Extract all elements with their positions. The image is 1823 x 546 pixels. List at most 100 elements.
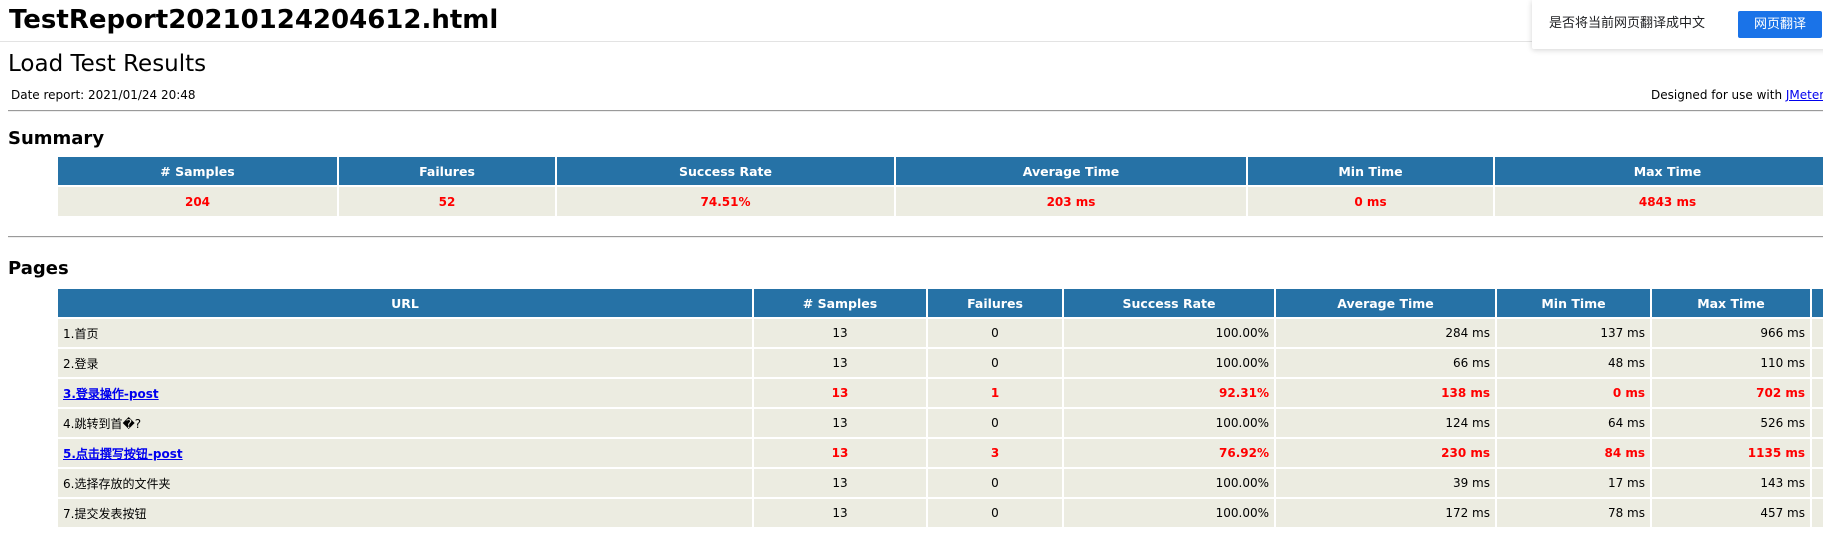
page-min-time: 137 ms bbox=[1497, 319, 1650, 347]
page-extra-cell bbox=[1812, 349, 1823, 377]
page-max-time: 110 ms bbox=[1652, 349, 1810, 377]
summary-min-time-value: 0 ms bbox=[1248, 187, 1493, 216]
page-average-time: 172 ms bbox=[1276, 499, 1495, 527]
page-samples: 13 bbox=[754, 499, 926, 527]
pages-table-body: 1.首页 13 0 100.00% 284 ms 137 ms 966 ms 2… bbox=[58, 319, 1823, 527]
page-extra-cell bbox=[1812, 499, 1823, 527]
page-average-time: 230 ms bbox=[1276, 439, 1495, 467]
summary-header-cell: Success Rate bbox=[557, 157, 894, 185]
page-min-time: 17 ms bbox=[1497, 469, 1650, 497]
page-average-time: 138 ms bbox=[1276, 379, 1495, 407]
page-failures: 0 bbox=[928, 319, 1062, 347]
page-min-time: 84 ms bbox=[1497, 439, 1650, 467]
page-failures: 0 bbox=[928, 409, 1062, 437]
table-row: 7.提交发表按钮 13 0 100.00% 172 ms 78 ms 457 m… bbox=[58, 499, 1823, 527]
pages-header-cell-extra bbox=[1812, 289, 1823, 317]
page-url: 1.首页 bbox=[58, 319, 752, 347]
page-samples: 13 bbox=[754, 409, 926, 437]
translate-page-button[interactable]: 网页翻译 bbox=[1738, 11, 1822, 38]
summary-header-row: # Samples Failures Success Rate Average … bbox=[58, 157, 1823, 185]
page-extra-cell bbox=[1812, 439, 1823, 467]
page-success-rate: 92.31% bbox=[1064, 379, 1274, 407]
designed-for-text: Designed for use with bbox=[1651, 88, 1786, 102]
page-max-time: 966 ms bbox=[1652, 319, 1810, 347]
pages-header-cell: Average Time bbox=[1276, 289, 1495, 317]
summary-header-cell: # Samples bbox=[58, 157, 337, 185]
page-min-time: 78 ms bbox=[1497, 499, 1650, 527]
page-url: 2.登录 bbox=[58, 349, 752, 377]
pages-header-cell: Failures bbox=[928, 289, 1062, 317]
page-average-time: 284 ms bbox=[1276, 319, 1495, 347]
page-failures: 1 bbox=[928, 379, 1062, 407]
page-url: 4.跳转到首�? bbox=[58, 409, 752, 437]
summary-average-time-value: 203 ms bbox=[896, 187, 1246, 216]
summary-divider bbox=[8, 236, 1823, 238]
table-row: 2.登录 13 0 100.00% 66 ms 48 ms 110 ms bbox=[58, 349, 1823, 377]
summary-header-cell: Max Time bbox=[1495, 157, 1823, 185]
page-failures: 0 bbox=[928, 469, 1062, 497]
pages-header-cell: # Samples bbox=[754, 289, 926, 317]
pages-table: URL # Samples Failures Success Rate Aver… bbox=[56, 287, 1823, 529]
page-url-link[interactable]: 3.登录操作-post bbox=[63, 387, 159, 401]
pages-header-cell: Max Time bbox=[1652, 289, 1810, 317]
page-samples: 13 bbox=[754, 379, 926, 407]
page-max-time: 702 ms bbox=[1652, 379, 1810, 407]
page-max-time: 143 ms bbox=[1652, 469, 1810, 497]
summary-success-rate-value: 74.51% bbox=[557, 187, 894, 216]
table-row: 1.首页 13 0 100.00% 284 ms 137 ms 966 ms bbox=[58, 319, 1823, 347]
page-success-rate: 100.00% bbox=[1064, 319, 1274, 347]
page-average-time: 124 ms bbox=[1276, 409, 1495, 437]
table-row: 5.点击撰写按钮-post 13 3 76.92% 230 ms 84 ms 1… bbox=[58, 439, 1823, 467]
page-failures: 0 bbox=[928, 499, 1062, 527]
page-samples: 13 bbox=[754, 469, 926, 497]
translate-prompt: 是否将当前网页翻译成中文 bbox=[1549, 16, 1706, 31]
page-url-cell: 3.登录操作-post bbox=[58, 379, 752, 407]
page-average-time: 66 ms bbox=[1276, 349, 1495, 377]
summary-table: # Samples Failures Success Rate Average … bbox=[56, 155, 1823, 218]
page-extra-cell bbox=[1812, 319, 1823, 347]
page-max-time: 1135 ms bbox=[1652, 439, 1810, 467]
summary-heading: Summary bbox=[8, 128, 105, 149]
summary-failures-value: 52 bbox=[339, 187, 555, 216]
page-success-rate: 76.92% bbox=[1064, 439, 1274, 467]
page-url: 7.提交发表按钮 bbox=[58, 499, 752, 527]
summary-header-cell: Average Time bbox=[896, 157, 1246, 185]
report-title: Load Test Results bbox=[8, 51, 207, 77]
table-row: 4.跳转到首�? 13 0 100.00% 124 ms 64 ms 526 m… bbox=[58, 409, 1823, 437]
jmeter-link[interactable]: JMeter bbox=[1786, 88, 1823, 102]
page-failures: 3 bbox=[928, 439, 1062, 467]
table-row: 6.选择存放的文件夹 13 0 100.00% 39 ms 17 ms 143 … bbox=[58, 469, 1823, 497]
page-success-rate: 100.00% bbox=[1064, 469, 1274, 497]
page-extra-cell bbox=[1812, 409, 1823, 437]
page-failures: 0 bbox=[928, 349, 1062, 377]
summary-samples-value: 204 bbox=[58, 187, 337, 216]
page-url-cell: 5.点击撰写按钮-post bbox=[58, 439, 752, 467]
page-samples: 13 bbox=[754, 349, 926, 377]
page-success-rate: 100.00% bbox=[1064, 409, 1274, 437]
report-page: TestReport20210124204612.html 是否将当前网页翻译成… bbox=[0, 0, 1823, 546]
page-max-time: 526 ms bbox=[1652, 409, 1810, 437]
summary-max-time-value: 4843 ms bbox=[1495, 187, 1823, 216]
summary-header-cell: Min Time bbox=[1248, 157, 1493, 185]
table-row: 3.登录操作-post 13 1 92.31% 138 ms 0 ms 702 … bbox=[58, 379, 1823, 407]
pages-header-cell: URL bbox=[58, 289, 752, 317]
summary-header-cell: Failures bbox=[339, 157, 555, 185]
header-divider bbox=[8, 110, 1823, 112]
page-min-time: 64 ms bbox=[1497, 409, 1650, 437]
pages-header-cell: Min Time bbox=[1497, 289, 1650, 317]
page-extra-cell bbox=[1812, 469, 1823, 497]
page-min-time: 0 ms bbox=[1497, 379, 1650, 407]
pages-heading: Pages bbox=[8, 258, 69, 279]
page-url-link[interactable]: 5.点击撰写按钮-post bbox=[63, 447, 183, 461]
summary-value-row: 204 52 74.51% 203 ms 0 ms 4843 ms bbox=[58, 187, 1823, 216]
page-max-time: 457 ms bbox=[1652, 499, 1810, 527]
page-url: 6.选择存放的文件夹 bbox=[58, 469, 752, 497]
translate-popup: 是否将当前网页翻译成中文 网页翻译 bbox=[1532, 0, 1823, 49]
date-report: Date report: 2021/01/24 20:48 bbox=[11, 88, 196, 102]
pages-header-cell: Success Rate bbox=[1064, 289, 1274, 317]
designed-for-note: Designed for use with JMeter bbox=[1651, 87, 1823, 103]
page-average-time: 39 ms bbox=[1276, 469, 1495, 497]
page-extra-cell bbox=[1812, 379, 1823, 407]
page-success-rate: 100.00% bbox=[1064, 499, 1274, 527]
page-success-rate: 100.00% bbox=[1064, 349, 1274, 377]
